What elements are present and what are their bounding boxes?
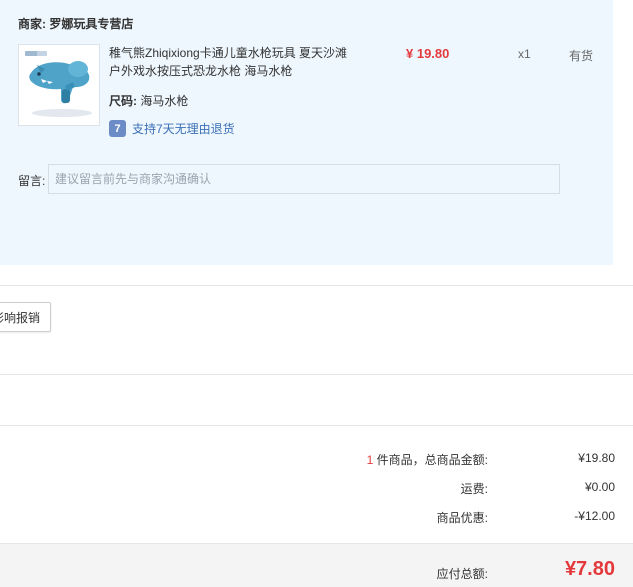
product-thumbnail[interactable] [18, 44, 100, 126]
store-label: 商家: [18, 17, 46, 31]
water-gun-image [19, 45, 99, 125]
product-quantity: x1 [518, 47, 531, 61]
return-policy-text: 支持7天无理由退货 [132, 122, 235, 136]
discount-value: -¥12.00 [574, 509, 615, 523]
reimburse-button[interactable]: 影响报销 [0, 302, 51, 332]
shipping-label: 运费: [460, 482, 488, 496]
store-order-panel: 商家: 罗娜玩具专营店 稚气熊Zhiqixiong卡通儿童水枪玩具 夏天沙滩户外… [0, 0, 613, 265]
divider [0, 374, 633, 375]
payable-total-bar: 应付总额: ¥7.80 [0, 543, 633, 587]
seven-day-return-icon: 7 [109, 120, 126, 137]
items-total-label: 1 件商品，总商品金额: [367, 451, 488, 468]
product-title-link[interactable]: 稚气熊Zhiqixiong卡通儿童水枪玩具 夏天沙滩户外戏水按压式恐龙水枪 海马… [109, 44, 349, 80]
items-total-value: ¥19.80 [578, 451, 615, 465]
divider [0, 425, 633, 426]
remark-label: 留言: [18, 174, 46, 188]
spec-label: 尺码: [109, 94, 137, 108]
items-count-label: 件商品，总商品金额: [373, 453, 488, 467]
payable-value: ¥7.80 [564, 558, 615, 580]
discount-label: 商品优惠: [436, 511, 488, 525]
return-policy[interactable]: 7 支持7天无理由退货 [109, 120, 235, 137]
store-name-link[interactable]: 罗娜玩具专营店 [49, 17, 133, 31]
product-price: ¥ 19.80 [406, 46, 450, 61]
shipping-value: ¥0.00 [584, 480, 615, 494]
product-stock-status: 有货 [569, 49, 594, 63]
product-spec: 尺码: 海马水枪 [109, 92, 188, 109]
store-header: 商家: 罗娜玩具专营店 [18, 15, 133, 32]
spec-value: 海马水枪 [140, 94, 189, 108]
remark-input[interactable] [48, 164, 560, 194]
payable-label: 应付总额: [436, 567, 488, 581]
divider [0, 285, 633, 286]
